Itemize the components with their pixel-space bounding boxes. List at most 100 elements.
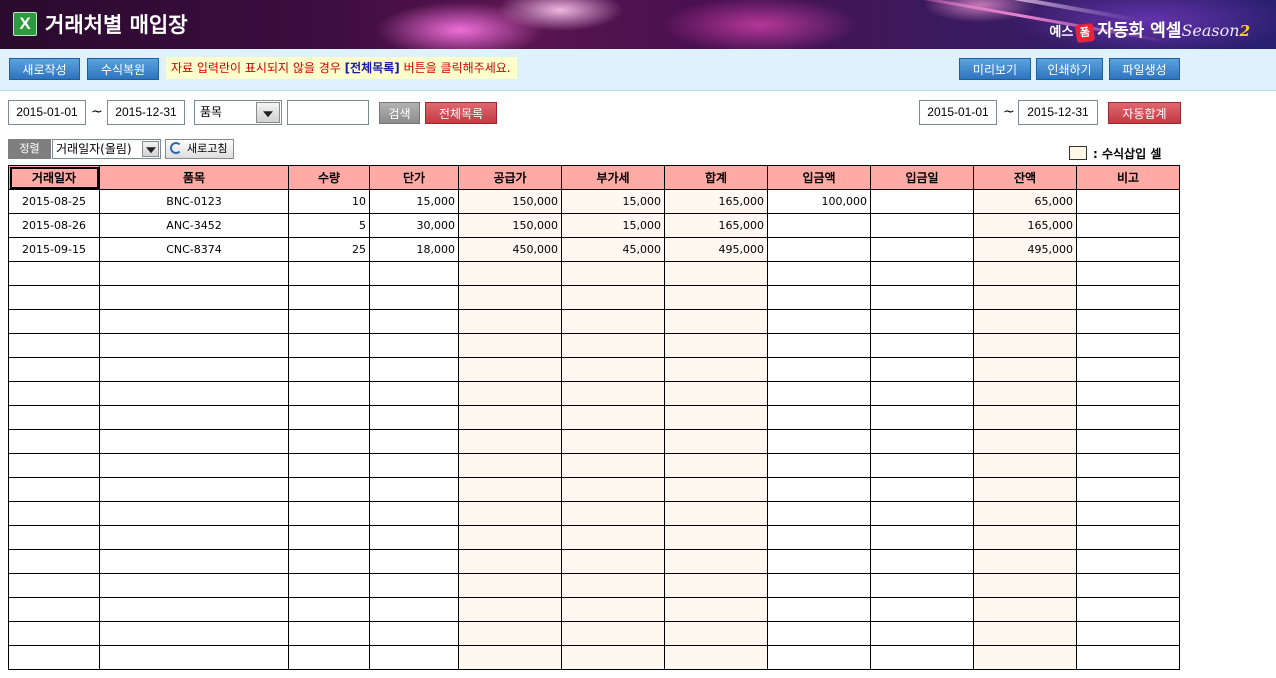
cell-unit-price[interactable] bbox=[369, 477, 459, 502]
cell-paid-date[interactable] bbox=[870, 333, 974, 358]
column-header-paid-date[interactable]: 입금일 bbox=[870, 165, 974, 190]
cell-note[interactable] bbox=[1076, 213, 1180, 238]
cell-vat[interactable]: 45,000 bbox=[561, 237, 665, 262]
cell-balance[interactable] bbox=[973, 381, 1077, 406]
cell-paid[interactable] bbox=[767, 525, 871, 550]
cell-unit-price[interactable] bbox=[369, 573, 459, 598]
cell-vat[interactable] bbox=[561, 621, 665, 646]
cell-unit-price[interactable] bbox=[369, 453, 459, 478]
cell-vat[interactable] bbox=[561, 477, 665, 502]
cell-total[interactable]: 165,000 bbox=[664, 213, 768, 238]
cell-qty[interactable] bbox=[288, 501, 370, 526]
cell-vat[interactable] bbox=[561, 453, 665, 478]
cell-paid[interactable] bbox=[767, 477, 871, 502]
cell-date[interactable] bbox=[8, 333, 100, 358]
cell-item[interactable] bbox=[99, 285, 289, 310]
cell-qty[interactable]: 25 bbox=[288, 237, 370, 262]
cell-paid-date[interactable] bbox=[870, 405, 974, 430]
cell-total[interactable] bbox=[664, 333, 768, 358]
cell-vat[interactable] bbox=[561, 357, 665, 382]
cell-paid[interactable] bbox=[767, 573, 871, 598]
cell-paid[interactable] bbox=[767, 381, 871, 406]
cell-unit-price[interactable] bbox=[369, 597, 459, 622]
cell-note[interactable] bbox=[1076, 573, 1180, 598]
cell-vat[interactable] bbox=[561, 525, 665, 550]
cell-unit-price[interactable] bbox=[369, 645, 459, 670]
preview-button[interactable]: 미리보기 bbox=[959, 58, 1031, 80]
cell-note[interactable] bbox=[1076, 549, 1180, 574]
column-header-supply[interactable]: 공급가 bbox=[458, 165, 562, 190]
cell-total[interactable] bbox=[664, 261, 768, 286]
column-header-date[interactable]: 거래일자 bbox=[8, 165, 100, 190]
cell-item[interactable] bbox=[99, 453, 289, 478]
cell-vat[interactable] bbox=[561, 381, 665, 406]
cell-balance[interactable] bbox=[973, 525, 1077, 550]
cell-note[interactable] bbox=[1076, 357, 1180, 382]
cell-paid[interactable] bbox=[767, 237, 871, 262]
cell-supply[interactable] bbox=[458, 621, 562, 646]
cell-balance[interactable] bbox=[973, 261, 1077, 286]
cell-paid[interactable] bbox=[767, 429, 871, 454]
cell-vat[interactable] bbox=[561, 597, 665, 622]
cell-supply[interactable] bbox=[458, 357, 562, 382]
cell-balance[interactable] bbox=[973, 309, 1077, 334]
cell-supply[interactable] bbox=[458, 429, 562, 454]
column-header-note[interactable]: 비고 bbox=[1076, 165, 1180, 190]
cell-paid-date[interactable] bbox=[870, 501, 974, 526]
cell-unit-price[interactable] bbox=[369, 429, 459, 454]
cell-paid[interactable] bbox=[767, 453, 871, 478]
cell-total[interactable] bbox=[664, 525, 768, 550]
search-field-select[interactable]: 품목 bbox=[194, 100, 282, 125]
cell-vat[interactable] bbox=[561, 333, 665, 358]
column-header-paid[interactable]: 입금액 bbox=[767, 165, 871, 190]
cell-supply[interactable] bbox=[458, 285, 562, 310]
cell-unit-price[interactable] bbox=[369, 621, 459, 646]
cell-note[interactable] bbox=[1076, 477, 1180, 502]
cell-item[interactable] bbox=[99, 261, 289, 286]
cell-item[interactable] bbox=[99, 597, 289, 622]
cell-vat[interactable] bbox=[561, 501, 665, 526]
cell-date[interactable] bbox=[8, 621, 100, 646]
cell-balance[interactable] bbox=[973, 597, 1077, 622]
cell-qty[interactable] bbox=[288, 453, 370, 478]
cell-qty[interactable] bbox=[288, 405, 370, 430]
cell-paid[interactable] bbox=[767, 405, 871, 430]
cell-qty[interactable] bbox=[288, 645, 370, 670]
cell-item[interactable] bbox=[99, 549, 289, 574]
cell-unit-price[interactable] bbox=[369, 285, 459, 310]
cell-supply[interactable] bbox=[458, 405, 562, 430]
cell-qty[interactable] bbox=[288, 261, 370, 286]
cell-date[interactable] bbox=[8, 357, 100, 382]
cell-paid-date[interactable] bbox=[870, 357, 974, 382]
cell-date[interactable] bbox=[8, 261, 100, 286]
cell-date[interactable] bbox=[8, 429, 100, 454]
cell-paid[interactable] bbox=[767, 549, 871, 574]
cell-qty[interactable] bbox=[288, 309, 370, 334]
cell-paid[interactable] bbox=[767, 333, 871, 358]
chevron-down-icon[interactable] bbox=[142, 141, 159, 157]
cell-note[interactable] bbox=[1076, 429, 1180, 454]
cell-item[interactable] bbox=[99, 405, 289, 430]
cell-date[interactable] bbox=[8, 597, 100, 622]
cell-paid[interactable] bbox=[767, 309, 871, 334]
cell-date[interactable] bbox=[8, 573, 100, 598]
column-header-vat[interactable]: 부가세 bbox=[561, 165, 665, 190]
cell-date[interactable] bbox=[8, 285, 100, 310]
cell-note[interactable] bbox=[1076, 645, 1180, 670]
cell-date[interactable] bbox=[8, 453, 100, 478]
cell-date[interactable] bbox=[8, 477, 100, 502]
search-button[interactable]: 검색 bbox=[379, 102, 420, 124]
cell-item[interactable] bbox=[99, 381, 289, 406]
cell-total[interactable] bbox=[664, 621, 768, 646]
cell-qty[interactable] bbox=[288, 549, 370, 574]
cell-balance[interactable] bbox=[973, 573, 1077, 598]
cell-balance[interactable] bbox=[973, 501, 1077, 526]
column-header-item[interactable]: 품목 bbox=[99, 165, 289, 190]
cell-paid[interactable] bbox=[767, 357, 871, 382]
cell-item[interactable]: BNC-0123 bbox=[99, 189, 289, 214]
refresh-button[interactable]: 새로고침 bbox=[165, 139, 234, 159]
cell-paid-date[interactable] bbox=[870, 477, 974, 502]
cell-vat[interactable] bbox=[561, 573, 665, 598]
cell-note[interactable] bbox=[1076, 189, 1180, 214]
cell-note[interactable] bbox=[1076, 453, 1180, 478]
